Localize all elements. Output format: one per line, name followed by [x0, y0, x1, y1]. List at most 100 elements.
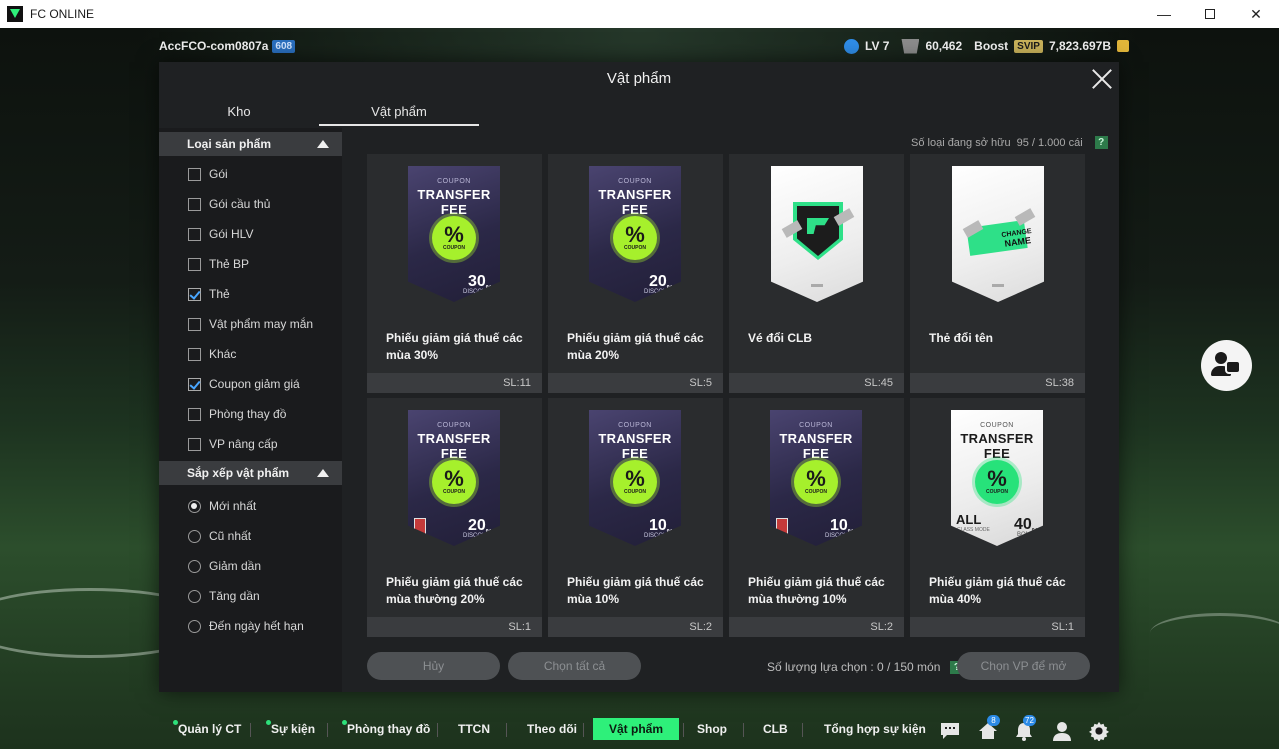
radio[interactable] — [188, 529, 201, 543]
sort-option-moi-nhat[interactable]: Mới nhất — [188, 498, 256, 514]
item-card[interactable]: Vé đổi CLB SL:45 — [729, 154, 904, 393]
item-card[interactable]: COUPON TRANSFER FEE % COUPON ALL CLASS MO… — [910, 398, 1085, 637]
checkbox[interactable] — [188, 197, 201, 211]
name-change-art: CHANGE NAME — [910, 166, 1085, 306]
item-name: Thẻ đổi tên — [929, 331, 993, 345]
nav-tong-hop-su-kien[interactable]: Tổng hợp sự kiện — [824, 718, 926, 740]
close-modal-icon[interactable] — [1091, 68, 1113, 90]
minimize-button[interactable]: — — [1141, 0, 1187, 28]
checkbox[interactable] — [188, 437, 201, 451]
filter-option-goi[interactable]: Gói — [188, 166, 228, 182]
checkbox-checked[interactable] — [188, 287, 201, 301]
coupon-small-label: COUPON — [437, 422, 471, 429]
coupon-title: TRANSFER FEE — [598, 187, 672, 217]
ticket-big-label: NAME — [1003, 235, 1032, 249]
nav-quan-ly-ct[interactable]: Quản lý CT — [173, 718, 241, 740]
checkbox-checked[interactable] — [188, 377, 201, 391]
sort-option-label: Giảm dần — [209, 559, 262, 573]
item-card[interactable]: COUPON TRANSFER FEE % COUPON 20% DISCOUNT… — [548, 154, 723, 393]
home-badge: 8 — [987, 715, 1000, 726]
item-card[interactable]: COUPON TRANSFER FEE % COUPON 20% DISCOUNT… — [367, 398, 542, 637]
fc-online-logo-icon — [7, 6, 23, 22]
cancel-button[interactable]: Hủy — [367, 652, 500, 680]
account-badge: 608 — [272, 39, 296, 53]
open-selected-button[interactable]: Chọn VP để mở — [957, 652, 1090, 680]
filter-option-vat-pham-may-man[interactable]: Vật phẩm may mắn — [188, 316, 313, 332]
help-icon[interactable]: ? — [1094, 136, 1108, 149]
sort-option-giam-dan[interactable]: Giảm dần — [188, 558, 261, 574]
bell-icon[interactable]: 72 — [1013, 715, 1036, 741]
radio-selected[interactable] — [188, 499, 201, 513]
checkbox[interactable] — [188, 407, 201, 421]
item-quantity: SL:38 — [910, 373, 1085, 393]
settings-gear-icon[interactable] — [1088, 721, 1110, 742]
nav-vat-pham[interactable]: Vật phẩm — [593, 718, 680, 740]
owned-value: 95 / 1.000 cái — [1016, 136, 1083, 149]
coupon-image: COUPON TRANSFER FEE % COUPON 20% DISCOUNT — [589, 166, 681, 302]
item-card[interactable]: COUPON TRANSFER FEE % COUPON 10% DISCOUNT… — [548, 398, 723, 637]
sort-option-tang-dan[interactable]: Tăng dần — [188, 588, 260, 604]
nav-su-kien[interactable]: Sự kiện — [266, 718, 316, 740]
close-window-button[interactable]: ✕ — [1233, 0, 1279, 28]
seal-sub: COUPON — [986, 489, 1008, 495]
white-card-image — [771, 166, 863, 302]
support-chat-button[interactable] — [1201, 340, 1252, 391]
nav-theo-doi[interactable]: Theo dõi — [527, 718, 577, 740]
seal-symbol: % — [806, 466, 826, 491]
discount-label: DISCOUNT — [644, 289, 676, 295]
discount-label: DISCOUNT — [463, 533, 495, 539]
radio[interactable] — [188, 559, 201, 573]
checkbox[interactable] — [188, 257, 201, 271]
nav-label: Sự kiện — [271, 722, 316, 736]
filter-option-the-bp[interactable]: Thẻ BP — [188, 256, 249, 272]
product-type-header-label: Loại sản phẩm — [187, 137, 272, 151]
checkbox[interactable] — [188, 227, 201, 241]
percent-unit: % — [485, 529, 493, 537]
filter-option-label: Coupon giảm giá — [209, 377, 300, 391]
radio[interactable] — [188, 619, 201, 633]
sort-option-label: Cũ nhất — [209, 529, 252, 543]
profile-icon[interactable] — [1051, 721, 1073, 741]
nav-phong-thay-do[interactable]: Phòng thay đồ — [342, 718, 430, 740]
item-quantity: SL:11 — [367, 373, 542, 393]
percent-value: 20 — [649, 273, 667, 290]
filter-option-khac[interactable]: Khác — [188, 346, 236, 362]
filter-option-label: Phòng thay đồ — [209, 407, 287, 421]
percent-value: 10 — [649, 517, 667, 534]
nav-divider — [683, 723, 684, 737]
percent-value: 10 — [830, 517, 848, 534]
checkbox[interactable] — [188, 317, 201, 331]
filter-option-goi-hlv[interactable]: Gói HLV — [188, 226, 253, 242]
bottom-navigation: Quản lý CT Sự kiện Phòng thay đồ TTCN Th… — [0, 712, 1279, 749]
sort-option-den-ngay-het-han[interactable]: Đến ngày hết hạn — [188, 618, 304, 634]
tab-kho[interactable]: Kho — [159, 100, 319, 126]
item-card[interactable]: COUPON TRANSFER FEE % COUPON 30% DISCOUNT… — [367, 154, 542, 393]
checkbox[interactable] — [188, 167, 201, 181]
nav-clb[interactable]: CLB — [763, 718, 788, 740]
product-type-header[interactable]: Loại sản phẩm — [159, 132, 342, 156]
seal-symbol: % — [444, 466, 464, 491]
select-all-button[interactable]: Chọn tất cả — [508, 652, 641, 680]
filter-option-coupon-giam-gia[interactable]: Coupon giảm giá — [188, 376, 300, 392]
coupon-card-art: COUPON TRANSFER FEE % COUPON 10% DISCOUNT — [729, 410, 904, 550]
filter-option-label: Thẻ — [209, 287, 230, 301]
sort-header[interactable]: Sắp xếp vật phẩm — [159, 461, 342, 485]
checkbox[interactable] — [188, 347, 201, 361]
nav-ttcn[interactable]: TTCN — [458, 718, 490, 740]
filter-option-the[interactable]: Thẻ — [188, 286, 230, 302]
coupon-image: COUPON TRANSFER FEE % COUPON 30% DISCOUNT — [408, 166, 500, 302]
radio[interactable] — [188, 589, 201, 603]
nav-divider — [583, 723, 584, 737]
home-icon[interactable]: 8 — [977, 715, 1000, 741]
filter-option-goi-cau-thu[interactable]: Gói cầu thủ — [188, 196, 270, 212]
seal-sub: COUPON — [624, 245, 646, 251]
filter-option-phong-thay-do[interactable]: Phòng thay đồ — [188, 406, 286, 422]
nav-shop[interactable]: Shop — [697, 718, 727, 740]
item-card[interactable]: CHANGE NAME Thẻ đổi tên SL:38 — [910, 154, 1085, 393]
sort-option-cu-nhat[interactable]: Cũ nhất — [188, 528, 251, 544]
tab-vat-pham[interactable]: Vật phẩm — [319, 100, 479, 126]
maximize-button[interactable] — [1187, 0, 1233, 28]
item-card[interactable]: COUPON TRANSFER FEE % COUPON 10% DISCOUNT… — [729, 398, 904, 637]
chat-icon[interactable] — [939, 721, 961, 741]
filter-option-vp-nang-cap[interactable]: VP nâng cấp — [188, 436, 278, 452]
